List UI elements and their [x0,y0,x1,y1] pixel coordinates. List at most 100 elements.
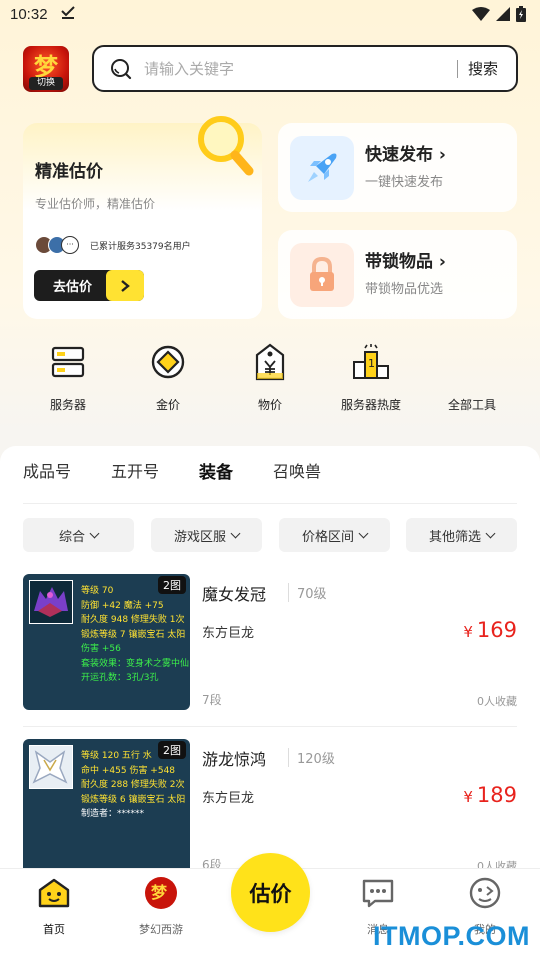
filter-label: 综合 [58,529,85,545]
item-price: ¥169 [463,618,517,642]
svg-text:梦: 梦 [151,883,168,902]
search-input[interactable]: 请输入关键字 [144,58,457,79]
chevron-right-icon [106,270,144,301]
precise-estimate-card[interactable]: 精准估价 专业估价师，精准估价 ··· 已累计服务35379名用户 去估价 [23,116,262,319]
magnifier-icon [198,116,254,176]
item-stat-line: 锻炼等级 6 镶嵌宝石 太阳 [81,794,186,805]
item-thumbnail[interactable]: 2图 等级 70 防御 +42 魔法 +75 耐久度 948 修理失败 1次 锻炼等级… [23,574,190,710]
all-tools-icon [428,342,516,382]
item-name: 游龙惊鸿 [202,750,267,769]
avatar: ··· [61,236,79,254]
podium-icon: 1 [327,342,415,382]
rocket-icon [290,136,354,200]
tool-server[interactable]: 服务器 [24,342,112,413]
download-check-icon [60,4,76,24]
locked-items-card[interactable]: 带锁物品 › 带锁物品优选 [278,230,517,319]
tool-gold-price[interactable]: 金价 [124,342,212,413]
locked-items-title-text: 带锁物品 [365,252,433,272]
item-stat-line: 开运孔数：3孔/3孔 [81,673,159,683]
item-stats: 等级 120 五行 水命中 +455 伤害 +548 耐久度 288 修理失败 2… [81,749,185,822]
filter-price-range[interactable]: 价格区间 [279,518,390,552]
served-count-text: 已累计服务35379名用户 [90,242,191,252]
item-level: 70级 [288,583,327,602]
item-level: 120级 [288,748,335,767]
equipment-image [29,580,73,624]
tab-label: 装备 [199,463,234,483]
item-stat-line: 等级 70 [81,586,114,596]
nav-label: 首页 [43,923,65,936]
tool-server-heat[interactable]: 1 服务器热度 [327,342,415,413]
equipment-image [29,745,73,789]
filter-other[interactable]: 其他筛选 [406,518,517,552]
tab-label: 成品号 [23,462,72,481]
item-stat-line: 锻炼等级 7 镶嵌宝石 太阳 [81,629,186,640]
filter-label: 价格区间 [301,529,354,545]
filter-label: 游戏区服 [173,529,226,545]
tool-item-price[interactable]: 物价 [226,342,314,413]
go-estimate-button[interactable]: 去估价 [34,270,144,301]
tool-label: 物价 [257,398,282,412]
item-stat-line: 命中 +455 伤害 +548 [81,765,176,776]
item-tier: 7段 [202,693,222,707]
svg-text:1: 1 [368,357,375,370]
item-stat-line: 防御 +42 魔法 +75 [81,600,164,611]
filter-sort[interactable]: 综合 [23,518,134,552]
locked-items-title: 带锁物品 › [365,252,446,272]
tool-label: 金价 [155,398,180,412]
tool-label: 服务器 [49,398,86,412]
chevron-down-icon [230,528,241,538]
price-value: 189 [476,783,517,807]
item-thumbnail[interactable]: 2图 等级 120 五行 水命中 +455 伤害 +548 耐久度 288 修理失… [23,739,190,875]
tab-finished-account[interactable]: 成品号 [23,458,71,483]
tab-summon-beast[interactable]: 召唤兽 [273,458,321,483]
status-icons [472,6,526,22]
nav-game[interactable]: 梦 梦幻西游 [121,877,201,937]
chevron-down-icon [358,528,369,538]
currency-symbol: ¥ [463,788,473,806]
battery-icon [516,6,526,22]
quick-publish-title: 快速发布 › [365,145,446,165]
tool-label: 全部工具 [447,398,496,412]
game-logo-icon: 梦 [121,877,201,909]
server-icon [24,342,112,382]
filter-server[interactable]: 游戏区服 [151,518,262,552]
item-stat-line: 伤害 +56 [81,644,121,654]
item-favorites: 0人收藏 [477,695,517,708]
home-icon [14,877,94,909]
card-title: 精准估价 [35,162,103,182]
go-estimate-label: 去估价 [53,280,93,295]
category-tabs: 成品号 五开号 装备 召唤兽 [23,458,361,485]
item-stat-line: 套装效果：变身术之雾中仙 [81,658,190,669]
item-server: 东方巨龙 [202,791,255,806]
price-value: 169 [476,618,517,642]
search-button[interactable]: 搜索 [458,58,516,79]
tab-equipment[interactable]: 装备 [199,458,234,485]
estimate-fab-button[interactable]: 估价 [231,853,310,932]
site-watermark: ITMOP.COM [372,921,530,951]
price-tag-icon [226,342,314,382]
quick-publish-subtitle: 一键快速发布 [365,175,444,190]
gold-price-icon [124,342,212,382]
list-item[interactable]: 2图 等级 70 防御 +42 魔法 +75 耐久度 948 修理失败 1次 锻炼等级… [23,574,517,710]
search-bar[interactable]: 请输入关键字 搜索 [92,45,518,92]
tab-label: 召唤兽 [273,462,322,481]
quick-publish-title-text: 快速发布 [365,145,433,165]
tab-five-account[interactable]: 五开号 [111,458,159,483]
currency-symbol: ¥ [463,623,473,641]
filter-label: 其他筛选 [428,529,481,545]
nav-home[interactable]: 首页 [14,877,94,937]
tab-label: 五开号 [111,462,160,481]
tool-label: 服务器热度 [340,398,401,412]
search-icon [111,58,132,79]
item-stats: 等级 70 防御 +42 魔法 +75 耐久度 948 修理失败 1次 锻炼等级 7 … [81,584,189,686]
quick-publish-card[interactable]: 快速发布 › 一键快速发布 [278,123,517,212]
item-name: 魔女发冠 [202,585,267,604]
item-server: 东方巨龙 [202,626,255,641]
game-switch-logo[interactable]: 梦 切换 [23,46,69,92]
tab-divider [23,503,517,504]
wifi-icon [472,7,490,21]
item-stat-line: 等级 120 五行 水 [81,751,152,761]
user-avatars: ··· [35,236,79,254]
card-subtitle: 专业估价师，精准估价 [35,197,156,211]
tool-all-tools[interactable]: 全部工具 [428,342,516,413]
